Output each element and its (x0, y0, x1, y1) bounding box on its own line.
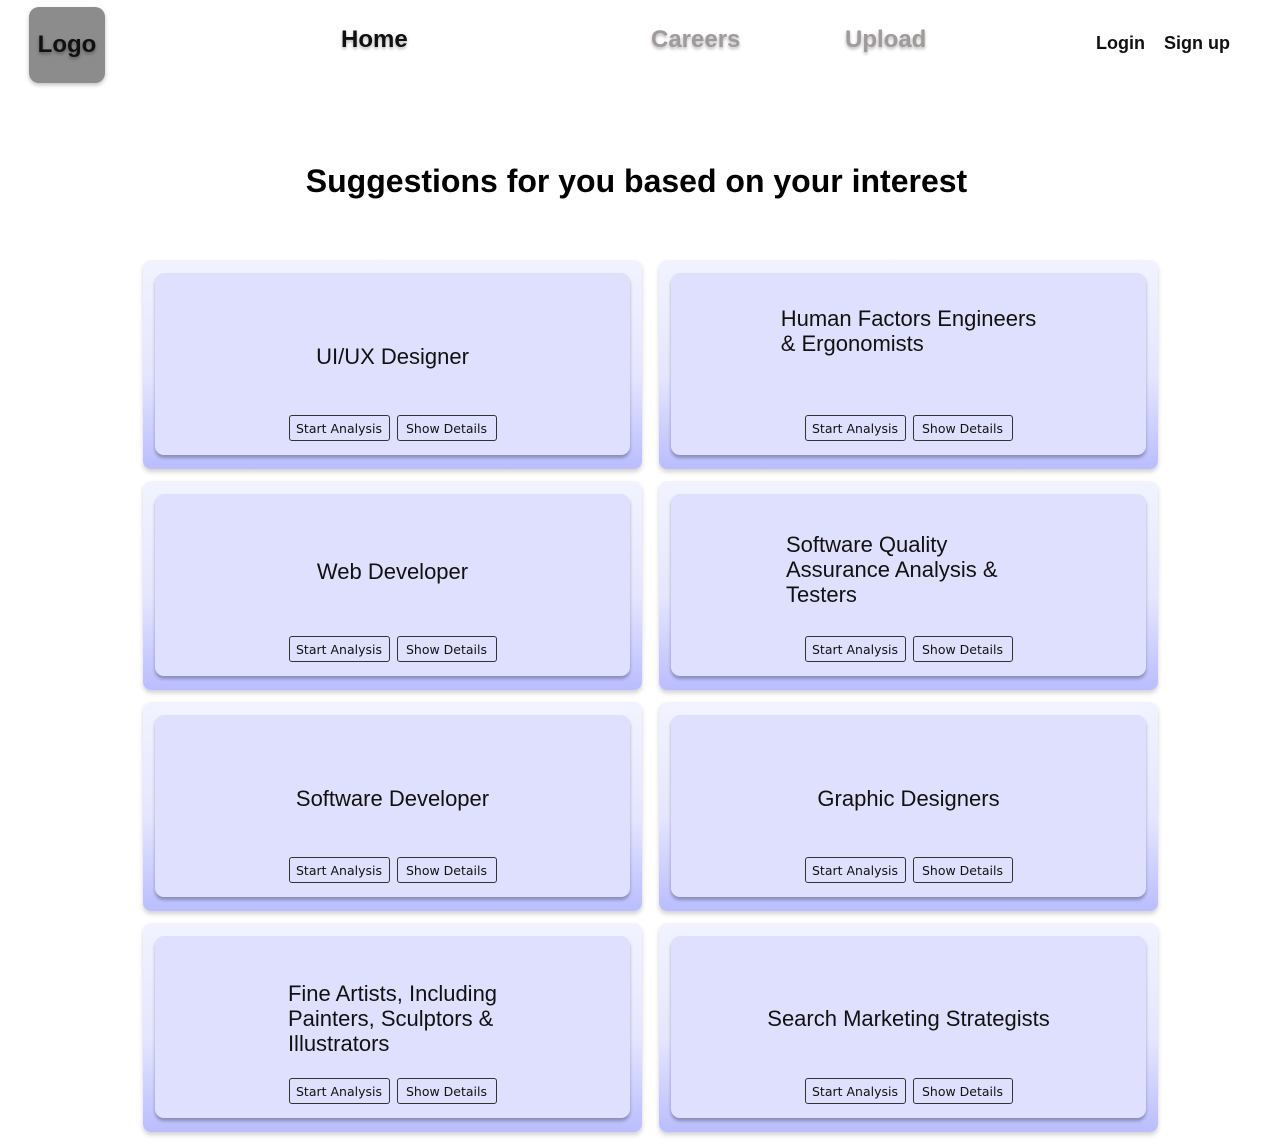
career-card: Graphic Designers Start Analysis Show De… (659, 702, 1158, 911)
start-analysis-button[interactable]: Start Analysis (288, 636, 390, 662)
card-actions: Start Analysis Show Details (671, 857, 1146, 883)
career-suggestions-grid: UI/UX Designer Start Analysis Show Detai… (143, 260, 1158, 1132)
nav-upload[interactable]: Upload (845, 26, 926, 54)
career-card: Fine Artists, Including Painters, Sculpt… (143, 923, 642, 1132)
career-title-wrap: Search Marketing Strategists (671, 956, 1146, 1081)
card-actions: Start Analysis Show Details (671, 1078, 1146, 1104)
card-actions: Start Analysis Show Details (155, 636, 630, 662)
career-title: Software Quality Assurance Analysis & Te… (786, 531, 998, 607)
card-actions: Start Analysis Show Details (671, 415, 1146, 441)
career-card-body: Web Developer Start Analysis Show Detail… (155, 494, 630, 676)
career-card-body: Software Developer Start Analysis Show D… (155, 715, 630, 897)
career-title: Fine Artists, Including Painters, Sculpt… (287, 981, 498, 1056)
card-actions: Start Analysis Show Details (155, 1078, 630, 1104)
nav-home[interactable]: Home (341, 26, 408, 54)
start-analysis-button[interactable]: Start Analysis (804, 415, 906, 441)
career-card: Search Marketing Strategists Start Analy… (659, 923, 1158, 1132)
career-card: UI/UX Designer Start Analysis Show Detai… (143, 260, 642, 469)
career-card: Web Developer Start Analysis Show Detail… (143, 481, 642, 690)
show-details-button[interactable]: Show Details (912, 636, 1013, 662)
card-actions: Start Analysis Show Details (671, 636, 1146, 662)
show-details-button[interactable]: Show Details (396, 857, 497, 883)
career-title: Human Factors Engineers & Ergonomists (780, 305, 1037, 356)
card-actions: Start Analysis Show Details (155, 857, 630, 883)
show-details-button[interactable]: Show Details (396, 636, 497, 662)
career-card-body: UI/UX Designer Start Analysis Show Detai… (155, 273, 630, 455)
show-details-button[interactable]: Show Details (396, 415, 497, 441)
career-card: Software Developer Start Analysis Show D… (143, 702, 642, 911)
career-card: Human Factors Engineers & Ergonomists St… (659, 260, 1158, 469)
career-title: Software Developer (295, 785, 490, 811)
career-title: Search Marketing Strategists (767, 1006, 1050, 1031)
career-title-wrap: Web Developer (155, 514, 630, 629)
start-analysis-button[interactable]: Start Analysis (288, 415, 390, 441)
nav-careers[interactable]: Careers (651, 26, 740, 54)
career-card-body: Software Quality Assurance Analysis & Te… (671, 494, 1146, 676)
career-card-body: Graphic Designers Start Analysis Show De… (671, 715, 1146, 897)
career-card-body: Human Factors Engineers & Ergonomists St… (671, 273, 1146, 455)
show-details-button[interactable]: Show Details (396, 1078, 497, 1104)
career-title-wrap: Software Quality Assurance Analysis & Te… (671, 509, 1146, 629)
card-actions: Start Analysis Show Details (155, 415, 630, 441)
career-title-wrap: UI/UX Designer (155, 301, 630, 411)
career-title-wrap: Software Developer (155, 743, 630, 853)
start-analysis-button[interactable]: Start Analysis (288, 1078, 390, 1104)
career-card: Software Quality Assurance Analysis & Te… (659, 481, 1158, 690)
career-title-wrap: Human Factors Engineers & Ergonomists (671, 288, 1146, 373)
show-details-button[interactable]: Show Details (912, 857, 1013, 883)
career-title-wrap: Graphic Designers (671, 743, 1146, 853)
show-details-button[interactable]: Show Details (912, 415, 1013, 441)
career-card-body: Fine Artists, Including Painters, Sculpt… (155, 936, 630, 1118)
start-analysis-button[interactable]: Start Analysis (804, 1078, 906, 1104)
page-title: Suggestions for you based on your intere… (305, 163, 968, 199)
signup-link[interactable]: Sign up (1164, 33, 1230, 54)
career-title: UI/UX Designer (316, 343, 469, 369)
career-card-body: Search Marketing Strategists Start Analy… (671, 936, 1146, 1118)
logo[interactable]: Logo (29, 7, 105, 83)
career-title: Graphic Designers (817, 785, 1000, 811)
career-title: Web Developer (316, 559, 469, 584)
start-analysis-button[interactable]: Start Analysis (288, 857, 390, 883)
login-link[interactable]: Login (1096, 33, 1145, 54)
show-details-button[interactable]: Show Details (912, 1078, 1013, 1104)
start-analysis-button[interactable]: Start Analysis (804, 857, 906, 883)
start-analysis-button[interactable]: Start Analysis (804, 636, 906, 662)
career-title-wrap: Fine Artists, Including Painters, Sculpt… (155, 956, 630, 1081)
